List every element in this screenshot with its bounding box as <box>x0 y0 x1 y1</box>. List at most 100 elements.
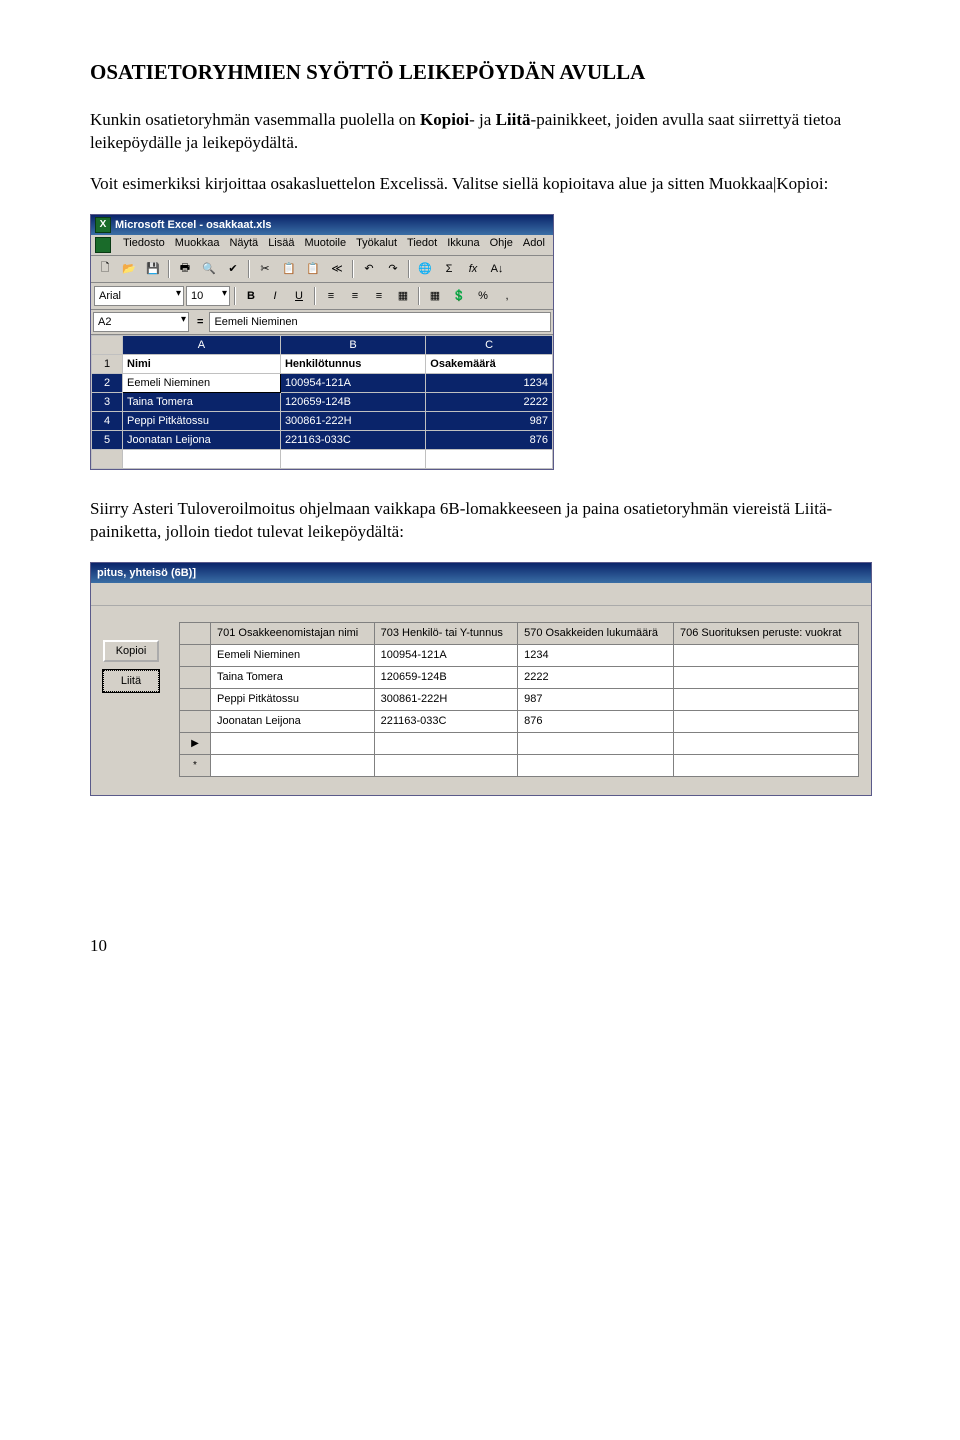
asteri-grid[interactable]: 701 Osakkeenomistajan nimi 703 Henkilö- … <box>179 622 859 777</box>
col-header[interactable]: 570 Osakkeiden lukumäärä <box>518 622 674 644</box>
menu-muokkaa[interactable]: Muokkaa <box>175 237 220 253</box>
borders-icon[interactable]: ▦ <box>424 285 446 307</box>
menu-tiedosto[interactable]: Tiedosto <box>123 237 165 253</box>
menu-tyokalut[interactable]: Työkalut <box>356 237 397 253</box>
menu-ikkuna[interactable]: Ikkuna <box>447 237 479 253</box>
align-left-icon[interactable]: ≡ <box>320 285 342 307</box>
cell[interactable]: 300861-222H <box>280 411 425 430</box>
table-row[interactable]: Joonatan Leijona 221163-033C 876 <box>180 710 859 732</box>
row-header[interactable]: 3 <box>92 392 123 411</box>
bold-icon[interactable]: B <box>240 285 262 307</box>
save-icon[interactable]: 💾 <box>142 258 164 280</box>
cell[interactable] <box>211 732 375 754</box>
row-selector-new-icon[interactable]: * <box>180 754 211 776</box>
cell[interactable]: 221163-033C <box>280 430 425 449</box>
row-header[interactable]: 4 <box>92 411 123 430</box>
col-b-header[interactable]: B <box>280 335 425 354</box>
cell[interactable]: Henkilötunnus <box>280 354 425 373</box>
cell[interactable]: Peppi Pitkätossu <box>211 688 375 710</box>
cell[interactable]: 987 <box>426 411 553 430</box>
cell[interactable] <box>280 449 425 468</box>
font-name-combo[interactable]: Arial <box>94 286 184 306</box>
table-row[interactable]: 3 Taina Tomera 120659-124B 2222 <box>92 392 553 411</box>
col-c-header[interactable]: C <box>426 335 553 354</box>
hyperlink-icon[interactable]: 🌐 <box>414 258 436 280</box>
name-box[interactable]: A2 <box>93 312 189 332</box>
table-row[interactable]: 2 Eemeli Nieminen 100954-121A 1234 <box>92 373 553 392</box>
cell[interactable] <box>374 732 518 754</box>
row-selector[interactable] <box>180 644 211 666</box>
row-selector[interactable] <box>180 666 211 688</box>
comma-icon[interactable]: , <box>496 285 518 307</box>
cell[interactable]: 100954-121A <box>280 373 425 392</box>
menu-ohje[interactable]: Ohje <box>490 237 513 253</box>
cell[interactable] <box>673 754 858 776</box>
row-selector[interactable] <box>180 688 211 710</box>
kopioi-button[interactable]: Kopioi <box>103 640 159 662</box>
preview-icon[interactable]: 🔍 <box>198 258 220 280</box>
copy-icon[interactable]: 📋 <box>278 258 300 280</box>
cell[interactable]: Eemeli Nieminen <box>123 373 281 392</box>
excel-grid[interactable]: A B C 1 Nimi Henkilötunnus Osakemäärä 2 … <box>91 335 553 469</box>
autosum-icon[interactable]: Σ <box>438 258 460 280</box>
cell[interactable]: 876 <box>518 710 674 732</box>
cell[interactable] <box>518 732 674 754</box>
cell[interactable]: 221163-033C <box>374 710 518 732</box>
formatpainter-icon[interactable]: ≪ <box>326 258 348 280</box>
cell[interactable] <box>123 449 281 468</box>
align-center-icon[interactable]: ≡ <box>344 285 366 307</box>
underline-icon[interactable]: U <box>288 285 310 307</box>
sort-icon[interactable]: A↓ <box>486 258 508 280</box>
row-header[interactable]: 1 <box>92 354 123 373</box>
row-selector-current-icon[interactable]: ▶ <box>180 732 211 754</box>
cell[interactable]: 2222 <box>426 392 553 411</box>
cell[interactable]: 120659-124B <box>280 392 425 411</box>
menu-adobe[interactable]: Adol <box>523 237 545 253</box>
table-row[interactable] <box>92 449 553 468</box>
currency-icon[interactable]: 💲 <box>448 285 470 307</box>
cell[interactable] <box>673 710 858 732</box>
cell[interactable] <box>673 666 858 688</box>
table-row[interactable]: Taina Tomera 120659-124B 2222 <box>180 666 859 688</box>
cell[interactable]: 100954-121A <box>374 644 518 666</box>
new-icon[interactable]: 🗋 <box>94 258 116 280</box>
col-header[interactable]: 703 Henkilö- tai Y-tunnus <box>374 622 518 644</box>
cell[interactable]: 1234 <box>518 644 674 666</box>
row-header[interactable] <box>92 449 123 468</box>
cell[interactable]: 1234 <box>426 373 553 392</box>
table-row[interactable]: Peppi Pitkätossu 300861-222H 987 <box>180 688 859 710</box>
row-header[interactable]: 5 <box>92 430 123 449</box>
table-row[interactable]: 5 Joonatan Leijona 221163-033C 876 <box>92 430 553 449</box>
cut-icon[interactable]: ✂ <box>254 258 276 280</box>
merge-icon[interactable]: ▦ <box>392 285 414 307</box>
table-row[interactable]: Eemeli Nieminen 100954-121A 1234 <box>180 644 859 666</box>
select-all-corner[interactable] <box>92 335 123 354</box>
row-selector[interactable] <box>180 710 211 732</box>
cell[interactable] <box>518 754 674 776</box>
table-row[interactable]: ▶ <box>180 732 859 754</box>
cell[interactable] <box>211 754 375 776</box>
col-a-header[interactable]: A <box>123 335 281 354</box>
cell[interactable]: 987 <box>518 688 674 710</box>
italic-icon[interactable]: I <box>264 285 286 307</box>
spellcheck-icon[interactable]: ✔ <box>222 258 244 280</box>
cell[interactable] <box>426 449 553 468</box>
menu-nayta[interactable]: Näytä <box>229 237 258 253</box>
cell[interactable]: Eemeli Nieminen <box>211 644 375 666</box>
align-right-icon[interactable]: ≡ <box>368 285 390 307</box>
liita-button[interactable]: Liitä <box>103 670 159 692</box>
paste-icon[interactable]: 📋 <box>302 258 324 280</box>
cell[interactable]: 876 <box>426 430 553 449</box>
cell[interactable] <box>673 688 858 710</box>
cell[interactable]: 300861-222H <box>374 688 518 710</box>
cell[interactable]: 2222 <box>518 666 674 688</box>
print-icon[interactable]: 🖶 <box>174 258 196 280</box>
row-header[interactable]: 2 <box>92 373 123 392</box>
cell[interactable]: Osakemäärä <box>426 354 553 373</box>
open-icon[interactable]: 📂 <box>118 258 140 280</box>
menu-tiedot[interactable]: Tiedot <box>407 237 437 253</box>
cell[interactable] <box>673 732 858 754</box>
table-row[interactable]: 1 Nimi Henkilötunnus Osakemäärä <box>92 354 553 373</box>
cell[interactable]: Taina Tomera <box>123 392 281 411</box>
cell[interactable]: Joonatan Leijona <box>211 710 375 732</box>
